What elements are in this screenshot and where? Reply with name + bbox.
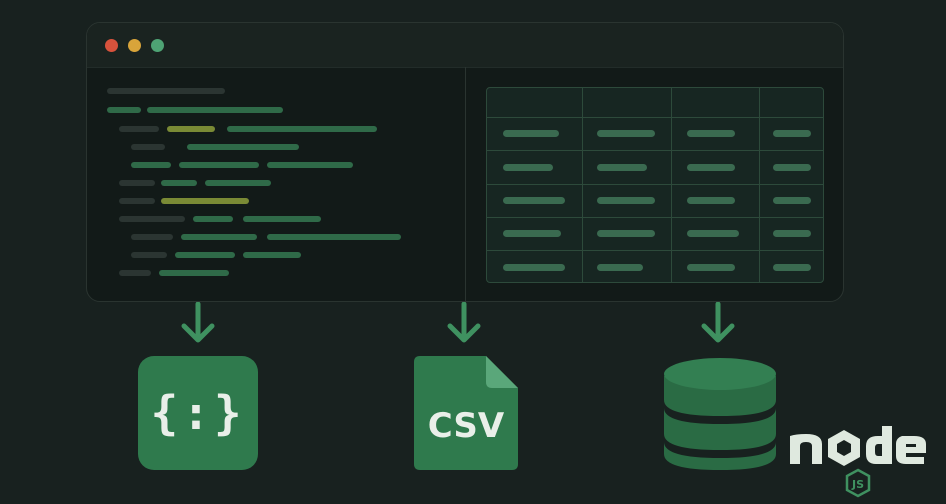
maximize-window-button[interactable] [151, 38, 164, 52]
code-line [267, 234, 401, 240]
code-line [119, 198, 155, 204]
table-cell [503, 264, 565, 271]
table-cell [773, 264, 811, 271]
grid-row-line [487, 217, 823, 218]
json-glyph: {:} [150, 386, 246, 440]
code-line [243, 216, 321, 222]
code-line [119, 126, 159, 132]
code-line [159, 270, 229, 276]
minimize-window-button[interactable] [128, 38, 141, 52]
code-line [119, 270, 151, 276]
code-line [131, 162, 171, 168]
code-line [161, 180, 197, 186]
code-line [193, 216, 233, 222]
code-line [131, 144, 165, 150]
code-line [227, 126, 377, 132]
spreadsheet-grid [486, 87, 824, 283]
table-cell [597, 264, 643, 271]
table-cell [773, 130, 811, 137]
csv-label: CSV [427, 406, 505, 446]
code-line [167, 126, 215, 132]
code-line [181, 234, 257, 240]
database-icon[interactable] [662, 354, 778, 472]
code-line [161, 198, 249, 204]
table-cell [687, 130, 735, 137]
close-window-button[interactable] [105, 38, 118, 52]
app-window [86, 22, 844, 302]
arrow-down-icon [181, 302, 215, 343]
table-cell [597, 130, 655, 137]
js-badge-label: JS [851, 478, 864, 491]
code-line [107, 107, 141, 113]
code-line [205, 180, 271, 186]
code-line [119, 180, 155, 186]
code-line [131, 234, 173, 240]
table-cell [503, 197, 565, 204]
table-cell [503, 230, 561, 237]
table-cell [687, 164, 735, 171]
grid-row-line [487, 150, 823, 151]
window-titlebar [87, 23, 843, 68]
window-panes [87, 67, 843, 301]
code-line [243, 252, 301, 258]
table-cell [597, 230, 655, 237]
table-cell [687, 230, 739, 237]
arrow-down-icon [701, 302, 735, 343]
code-line [131, 252, 167, 258]
table-cell [773, 197, 811, 204]
json-icon[interactable]: {:} [138, 356, 258, 470]
grid-row-line [487, 184, 823, 185]
table-cell [687, 197, 735, 204]
table-cell [773, 164, 811, 171]
table-preview-pane [466, 67, 843, 301]
arrow-down-icon [447, 302, 481, 343]
code-line [175, 252, 235, 258]
code-line [187, 144, 299, 150]
code-line [147, 107, 283, 113]
code-line [119, 216, 185, 222]
table-cell [597, 164, 647, 171]
grid-row-line [487, 250, 823, 251]
grid-col-line [671, 88, 672, 282]
table-cell [597, 197, 655, 204]
nodejs-logo: JS [790, 426, 926, 498]
code-line [267, 162, 353, 168]
code-line [179, 162, 259, 168]
code-editor-pane [87, 67, 466, 301]
table-cell [687, 264, 735, 271]
csv-file-icon[interactable]: CSV [414, 356, 518, 470]
grid-col-line [582, 88, 583, 282]
table-cell [503, 164, 553, 171]
grid-col-line [759, 88, 760, 282]
grid-row-line [487, 117, 823, 118]
code-line [107, 88, 225, 94]
table-cell [503, 130, 559, 137]
table-cell [773, 230, 811, 237]
